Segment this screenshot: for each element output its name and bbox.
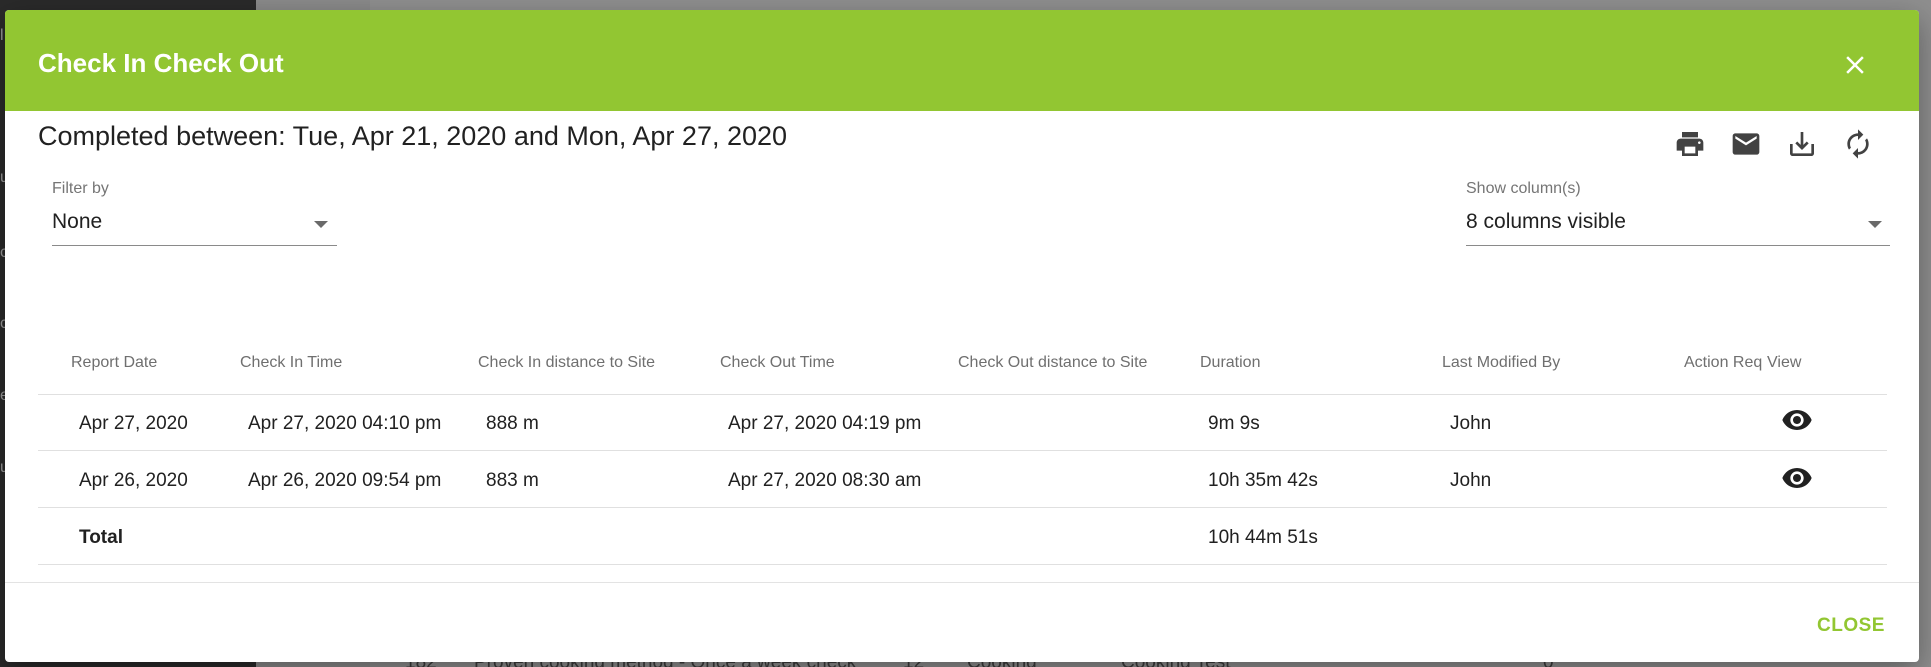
print-icon[interactable] <box>1670 124 1710 164</box>
check-out-time-cell: Apr 27, 2020 08:30 am <box>728 470 922 491</box>
email-icon[interactable] <box>1726 124 1766 164</box>
column-header-last-modified-by[interactable]: Last Modified By <box>1442 354 1560 372</box>
filter-by-value: None <box>52 210 103 233</box>
check-in-distance-cell: 883 m <box>486 470 539 491</box>
dropdown-arrow-icon <box>1868 221 1882 228</box>
duration-cell: 10h 35m 42s <box>1208 470 1318 491</box>
date-range-subtitle: Completed between: Tue, Apr 21, 2020 and… <box>38 121 788 151</box>
footer-divider <box>5 582 1919 583</box>
close-icon[interactable] <box>1840 50 1870 80</box>
column-header-view[interactable]: View <box>1767 354 1801 372</box>
total-duration: 10h 44m 51s <box>1208 527 1318 548</box>
table-divider <box>38 507 1887 508</box>
dialog-title: Check In Check Out <box>38 48 284 78</box>
refresh-icon[interactable] <box>1838 124 1878 164</box>
show-columns-select[interactable]: Show column(s) 8 columns visible <box>1466 180 1890 246</box>
check-in-distance-cell: 888 m <box>486 413 539 434</box>
report-date-cell: Apr 27, 2020 <box>79 413 188 434</box>
duration-cell: 9m 9s <box>1208 413 1260 434</box>
last-modified-by-cell: John <box>1450 413 1492 434</box>
total-label: Total <box>79 527 123 548</box>
report-date-cell: Apr 26, 2020 <box>79 470 188 491</box>
column-header-action-req[interactable]: Action Req <box>1684 354 1762 372</box>
download-icon[interactable] <box>1782 124 1822 164</box>
table-divider <box>38 394 1887 395</box>
dialog-header: Check In Check Out <box>5 10 1919 111</box>
column-header-check-in-distance[interactable]: Check In distance to Site <box>478 354 655 372</box>
show-columns-value: 8 columns visible <box>1466 210 1626 233</box>
table-divider <box>38 450 1887 451</box>
column-header-check-out-distance[interactable]: Check Out distance to Site <box>958 354 1147 372</box>
check-in-check-out-dialog: Check In Check Out Completed between: Tu… <box>5 10 1919 662</box>
column-header-duration[interactable]: Duration <box>1200 354 1260 372</box>
filter-by-select[interactable]: Filter by None <box>52 180 337 246</box>
dropdown-arrow-icon <box>314 221 328 228</box>
check-in-time-cell: Apr 27, 2020 04:10 pm <box>248 413 442 434</box>
table-divider <box>38 564 1887 565</box>
last-modified-by-cell: John <box>1450 470 1492 491</box>
close-button[interactable]: CLOSE <box>1813 608 1889 644</box>
column-header-check-in-time[interactable]: Check In Time <box>240 354 342 372</box>
show-columns-label: Show column(s) <box>1466 180 1581 197</box>
check-out-time-cell: Apr 27, 2020 04:19 pm <box>728 413 922 434</box>
column-header-report-date[interactable]: Report Date <box>71 354 157 372</box>
filter-by-label: Filter by <box>52 180 109 197</box>
eye-icon[interactable] <box>1781 466 1813 490</box>
field-underline <box>1466 245 1890 246</box>
field-underline <box>52 245 337 246</box>
column-header-check-out-time[interactable]: Check Out Time <box>720 354 835 372</box>
check-in-time-cell: Apr 26, 2020 09:54 pm <box>248 470 442 491</box>
eye-icon[interactable] <box>1781 408 1813 432</box>
